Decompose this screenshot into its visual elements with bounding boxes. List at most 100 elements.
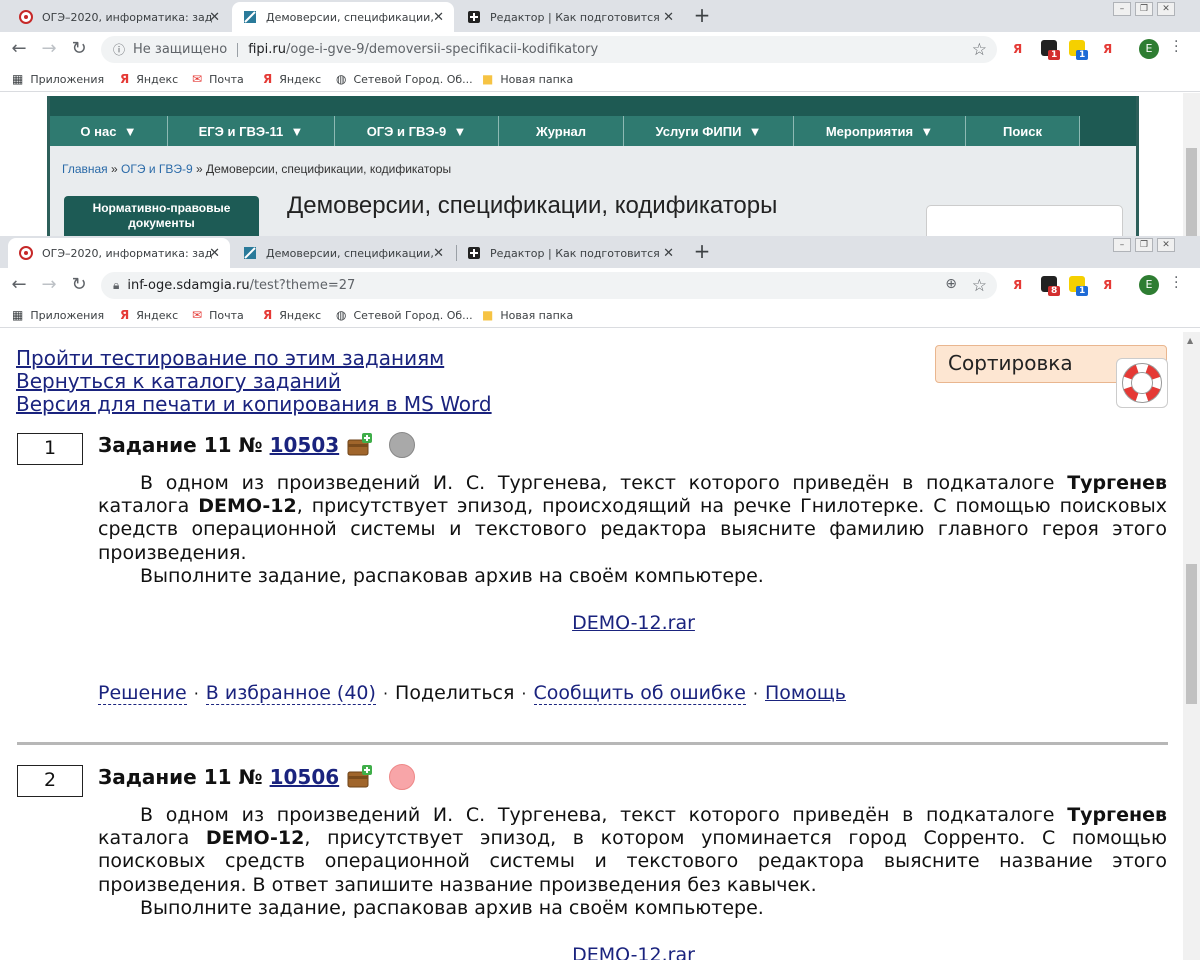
nav-zhurnal[interactable]: Журнал	[499, 116, 624, 146]
back-to-catalog-link[interactable]: Вернуться к каталогу заданий	[16, 369, 341, 393]
favorite-link[interactable]: В избранное (40)	[205, 682, 376, 705]
avatar[interactable]: E	[1139, 275, 1159, 295]
close-tab-icon[interactable]: ✕	[209, 10, 220, 25]
nav-ege-gve-11[interactable]: ЕГЭ и ГВЭ-11 ▼	[168, 116, 335, 146]
scrollbar-thumb[interactable]	[1186, 564, 1197, 704]
scrollbar[interactable]: ▲	[1183, 332, 1200, 960]
reload-icon[interactable]: ↻	[68, 274, 90, 296]
yandex-extension-icon[interactable]: Я	[1103, 278, 1112, 292]
share-button[interactable]: Поделиться	[395, 682, 514, 704]
task-id-link[interactable]: 10503	[270, 433, 340, 457]
menu-icon[interactable]: · · ·	[1174, 35, 1178, 59]
maximize-icon[interactable]: ❐	[1135, 2, 1153, 16]
nav-o-nas[interactable]: О нас ▼	[50, 116, 168, 146]
print-version-link[interactable]: Версия для печати и копирования в MS Wor…	[16, 392, 492, 416]
tab-fipi-demoversii[interactable]: Демоверсии, спецификации, ко ✕	[232, 2, 454, 32]
breadcrumb-section-link[interactable]: ОГЭ и ГВЭ-9	[121, 162, 193, 176]
tab-fipi-demoversii[interactable]: Демоверсии, спецификации, ко ✕	[232, 238, 454, 268]
scroll-up-icon[interactable]: ▲	[1187, 336, 1193, 345]
minimize-icon[interactable]: –	[1113, 238, 1131, 252]
yandex-extension-icon[interactable]: Я	[1013, 42, 1022, 56]
forward-arrow-icon[interactable]: →	[38, 274, 60, 296]
close-tab-icon[interactable]: ✕	[209, 246, 220, 261]
task-heading: Задание 11 № 10506	[98, 764, 416, 790]
bookmark-mail[interactable]: ✉ Почта	[192, 308, 244, 322]
scrollbar[interactable]	[1183, 93, 1200, 240]
bookmark-mail[interactable]: ✉ Почта	[192, 72, 244, 86]
task-text: В одном из произведений И. С. Тургенева,…	[98, 472, 1167, 587]
scrollbar-thumb[interactable]	[1186, 148, 1197, 240]
add-to-variant-icon[interactable]	[347, 765, 373, 789]
sdamgia-favicon-icon	[18, 9, 34, 25]
close-window-icon[interactable]: ✕	[1157, 2, 1175, 16]
bookmark-setevoy-gorod[interactable]: ◍ Сетевой Город. Об...	[336, 72, 473, 86]
start-test-link[interactable]: Пройти тестирование по этим заданиям	[16, 346, 444, 370]
avatar[interactable]: E	[1139, 39, 1159, 59]
nav-meropriyatiya[interactable]: Мероприятия ▼	[794, 116, 966, 146]
menu-icon[interactable]: · · ·	[1174, 271, 1178, 295]
bookmark-star-icon[interactable]: ☆	[972, 40, 987, 60]
bookmark-yandex[interactable]: Я Яндекс	[120, 72, 178, 86]
back-arrow-icon[interactable]: ←	[8, 274, 30, 296]
close-tab-icon[interactable]: ✕	[663, 246, 674, 261]
browser-toolbar: ← → ↻ 🔒︎ inf-oge.sdamgia.ru/test?theme=2…	[0, 268, 1200, 302]
mail-icon: ✉	[192, 72, 203, 86]
forward-arrow-icon[interactable]: →	[38, 38, 60, 60]
close-window-icon[interactable]: ✕	[1157, 238, 1175, 252]
bookmark-new-folder[interactable]: ■ Новая папка	[482, 72, 573, 86]
sdamgia-favicon-icon	[18, 245, 34, 261]
lifebuoy-icon	[1122, 363, 1162, 403]
fipi-banner	[50, 96, 1136, 116]
new-tab-icon[interactable]: +	[691, 240, 713, 262]
bookmark-star-icon[interactable]: ☆	[972, 276, 987, 296]
tab-oge-informatika[interactable]: ОГЭ–2020, информатика: задан ✕	[8, 2, 230, 32]
tab-strip: ОГЭ–2020, информатика: задан ✕ Демоверси…	[0, 0, 1200, 32]
reload-icon[interactable]: ↻	[68, 38, 90, 60]
bookmark-yandex[interactable]: Я Яндекс	[120, 308, 178, 322]
yandex-extension-icon[interactable]: Я	[1013, 278, 1022, 292]
close-tab-icon[interactable]: ✕	[433, 10, 444, 25]
task-id-link[interactable]: 10506	[270, 765, 340, 789]
solution-link[interactable]: Решение	[98, 682, 187, 705]
nav-uslugi-fipi[interactable]: Услуги ФИПИ ▼	[624, 116, 794, 146]
apps-grid-icon: ▦	[12, 72, 24, 86]
maximize-icon[interactable]: ❐	[1135, 238, 1153, 252]
add-to-variant-icon[interactable]	[347, 433, 373, 457]
sidebar-normativno-pravovye[interactable]: Нормативно-правовые документы	[64, 196, 259, 240]
tab-oge-informatika[interactable]: ОГЭ–2020, информатика: задан ✕	[8, 238, 230, 268]
close-tab-icon[interactable]: ✕	[663, 10, 674, 25]
nav-poisk[interactable]: Поиск	[966, 116, 1080, 146]
help-link[interactable]: Помощь	[765, 682, 846, 704]
close-tab-icon[interactable]: ✕	[433, 246, 444, 261]
report-error-link[interactable]: Сообщить об ошибке	[533, 682, 746, 705]
zoom-icon[interactable]: ⊕	[945, 276, 957, 292]
yandex-extension-icon[interactable]: Я	[1103, 42, 1112, 56]
tab-editor[interactable]: Редактор | Как подготовится к С ✕	[456, 2, 684, 32]
bookmark-setevoy-gorod[interactable]: ◍ Сетевой Город. Об...	[336, 308, 473, 322]
tab-editor[interactable]: Редактор | Как подготовится к С ✕	[456, 238, 684, 268]
address-bar[interactable]: 🔒︎ inf-oge.sdamgia.ru/test?theme=27 ⊕ ☆	[101, 272, 997, 299]
bookmark-apps[interactable]: ▦ Приложения	[12, 72, 104, 86]
file-download-link[interactable]: DEMO-12.rar	[572, 612, 695, 634]
back-arrow-icon[interactable]: ←	[8, 38, 30, 60]
nav-oge-gve-9[interactable]: ОГЭ и ГВЭ-9 ▼	[335, 116, 499, 146]
address-bar[interactable]: ⓘ Не защищено fipi.ru/oge-i-gve-9/demove…	[101, 36, 997, 63]
lock-icon[interactable]: 🔒︎	[113, 278, 119, 293]
yandex-icon: Я	[120, 72, 130, 86]
dropdown-arrow-icon: ▼	[290, 123, 304, 139]
page-content: Пройти тестирование по этим заданиям Вер…	[0, 332, 1183, 960]
bookmark-new-folder[interactable]: ■ Новая папка	[482, 308, 573, 322]
bookmark-apps[interactable]: ▦ Приложения	[12, 308, 104, 322]
file-download-link[interactable]: DEMO-12.rar	[572, 944, 695, 960]
new-tab-icon[interactable]: +	[691, 4, 713, 26]
help-lifebuoy-button[interactable]	[1116, 358, 1168, 408]
breadcrumb-home-link[interactable]: Главная	[62, 162, 108, 176]
tab-strip: ОГЭ–2020, информатика: задан ✕ Демоверси…	[0, 236, 1200, 268]
dropdown-arrow-icon: ▼	[748, 123, 762, 139]
minimize-icon[interactable]: –	[1113, 2, 1131, 16]
bookmark-yandex-2[interactable]: Я Яндекс	[263, 308, 321, 322]
mail-icon: ✉	[192, 308, 203, 322]
status-indicator	[389, 432, 416, 458]
info-icon[interactable]: ⓘ	[113, 41, 125, 58]
bookmark-yandex-2[interactable]: Я Яндекс	[263, 72, 321, 86]
